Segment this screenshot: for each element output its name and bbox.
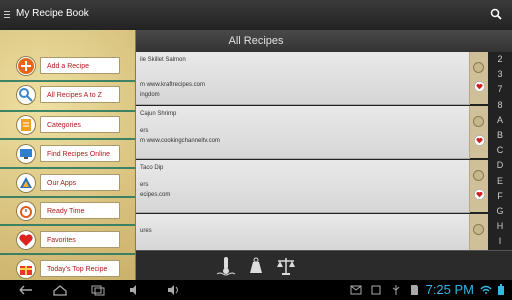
drawer-label: Find Recipes Online	[40, 145, 120, 162]
index-letter[interactable]: C	[488, 143, 512, 158]
drawer-item-add-recipe[interactable]: Add a Recipe	[0, 53, 135, 80]
magnifier-icon	[16, 85, 36, 105]
alphabet-index[interactable]: 2 3 7 8 A B C D E F G H I	[488, 52, 512, 250]
usb-icon	[392, 285, 400, 295]
volume-up-icon[interactable]	[166, 284, 182, 296]
recipe-cuisine: ecipes.com	[140, 192, 171, 198]
recipe-side	[469, 106, 488, 158]
volume-down-icon[interactable]	[128, 284, 144, 296]
alarm-clock-icon	[16, 201, 36, 221]
favorite-heart-icon[interactable]	[474, 135, 485, 146]
drawer-label: Categories	[40, 116, 120, 133]
plus-icon	[16, 56, 36, 76]
index-letter[interactable]: I	[488, 234, 512, 249]
index-letter[interactable]: H	[488, 219, 512, 234]
navigation-drawer: Add a Recipe All Recipes A to Z Categori…	[0, 30, 136, 280]
gift-icon	[16, 259, 36, 279]
screenshot-icon	[371, 285, 381, 295]
drawer-item-all-recipes[interactable]: All Recipes A to Z	[0, 82, 135, 109]
recipe-source: ures	[140, 228, 152, 234]
recipe-cuisine: m www.cookingchanneltv.com	[140, 138, 220, 144]
system-bar: 7:25 PM	[0, 280, 512, 300]
menu-icon[interactable]	[4, 11, 10, 19]
recipe-side	[469, 214, 488, 250]
recipe-name: Cajun Shrimp	[140, 111, 177, 117]
back-icon[interactable]	[18, 284, 34, 296]
index-letter[interactable]: G	[488, 204, 512, 219]
search-icon[interactable]	[490, 8, 502, 20]
index-letter[interactable]: 3	[488, 67, 512, 82]
drawer-label: Favorites	[40, 231, 120, 248]
drawer-label: Today's Top Recipe	[40, 260, 120, 277]
recent-apps-icon[interactable]	[90, 284, 106, 296]
index-letter[interactable]: 8	[488, 98, 512, 113]
mail-icon	[350, 285, 362, 295]
drawer-item-favorites[interactable]: Favorites	[0, 227, 135, 254]
recipe-name: Taco Dip	[140, 165, 164, 171]
drawer-label: Our Apps	[40, 174, 120, 191]
app-title: My Recipe Book	[16, 8, 89, 19]
clock: 7:25 PM	[425, 282, 474, 297]
drawer-item-top-recipe[interactable]: Today's Top Recipe	[0, 256, 135, 283]
action-bar: My Recipe Book	[0, 0, 512, 31]
sd-card-icon	[411, 285, 418, 295]
favorite-heart-icon[interactable]	[474, 81, 485, 92]
monitor-icon	[16, 144, 36, 164]
rating-icon[interactable]	[473, 224, 484, 235]
index-letter[interactable]: 7	[488, 82, 512, 97]
wifi-icon	[480, 285, 492, 294]
rating-icon[interactable]	[473, 62, 484, 73]
divider	[0, 253, 135, 255]
drawer-item-ready-time[interactable]: Ready Time	[0, 198, 135, 225]
weight-icon[interactable]	[245, 255, 267, 277]
divider	[0, 138, 135, 140]
battery-icon	[498, 284, 504, 295]
index-letter[interactable]: E	[488, 174, 512, 189]
divider	[0, 224, 135, 226]
recipe-cuisine: ingdom	[140, 92, 160, 98]
recipe-source: ers	[140, 182, 149, 188]
thermometer-icon[interactable]	[215, 255, 237, 277]
drawer-item-categories[interactable]: Categories	[0, 112, 135, 139]
heart-icon	[16, 230, 36, 250]
home-icon[interactable]	[52, 284, 68, 296]
recipe-source: m www.kraftrecipes.com	[140, 82, 206, 88]
index-letter[interactable]: A	[488, 113, 512, 128]
apps-icon	[16, 173, 36, 193]
rating-icon[interactable]	[473, 170, 484, 181]
recipe-side	[469, 52, 488, 104]
notepad-icon	[16, 115, 36, 135]
rating-icon[interactable]	[473, 116, 484, 127]
recipe-source: ers	[140, 128, 149, 134]
index-letter[interactable]: B	[488, 128, 512, 143]
recipe-toolbar	[135, 250, 512, 281]
recipe-name: ile Skillet Salmon	[140, 57, 186, 63]
divider	[0, 167, 135, 169]
drawer-label: All Recipes A to Z	[40, 86, 120, 103]
favorite-heart-icon[interactable]	[474, 189, 485, 200]
index-letter[interactable]: 2	[488, 52, 512, 67]
drawer-item-find-online[interactable]: Find Recipes Online	[0, 141, 135, 168]
drawer-label: Ready Time	[40, 202, 120, 219]
recipe-side	[469, 160, 488, 212]
drawer-item-our-apps[interactable]: Our Apps	[0, 170, 135, 197]
index-letter[interactable]: D	[488, 158, 512, 173]
index-letter[interactable]: F	[488, 189, 512, 204]
drawer-label: Add a Recipe	[40, 57, 120, 74]
scale-icon[interactable]	[275, 255, 297, 277]
